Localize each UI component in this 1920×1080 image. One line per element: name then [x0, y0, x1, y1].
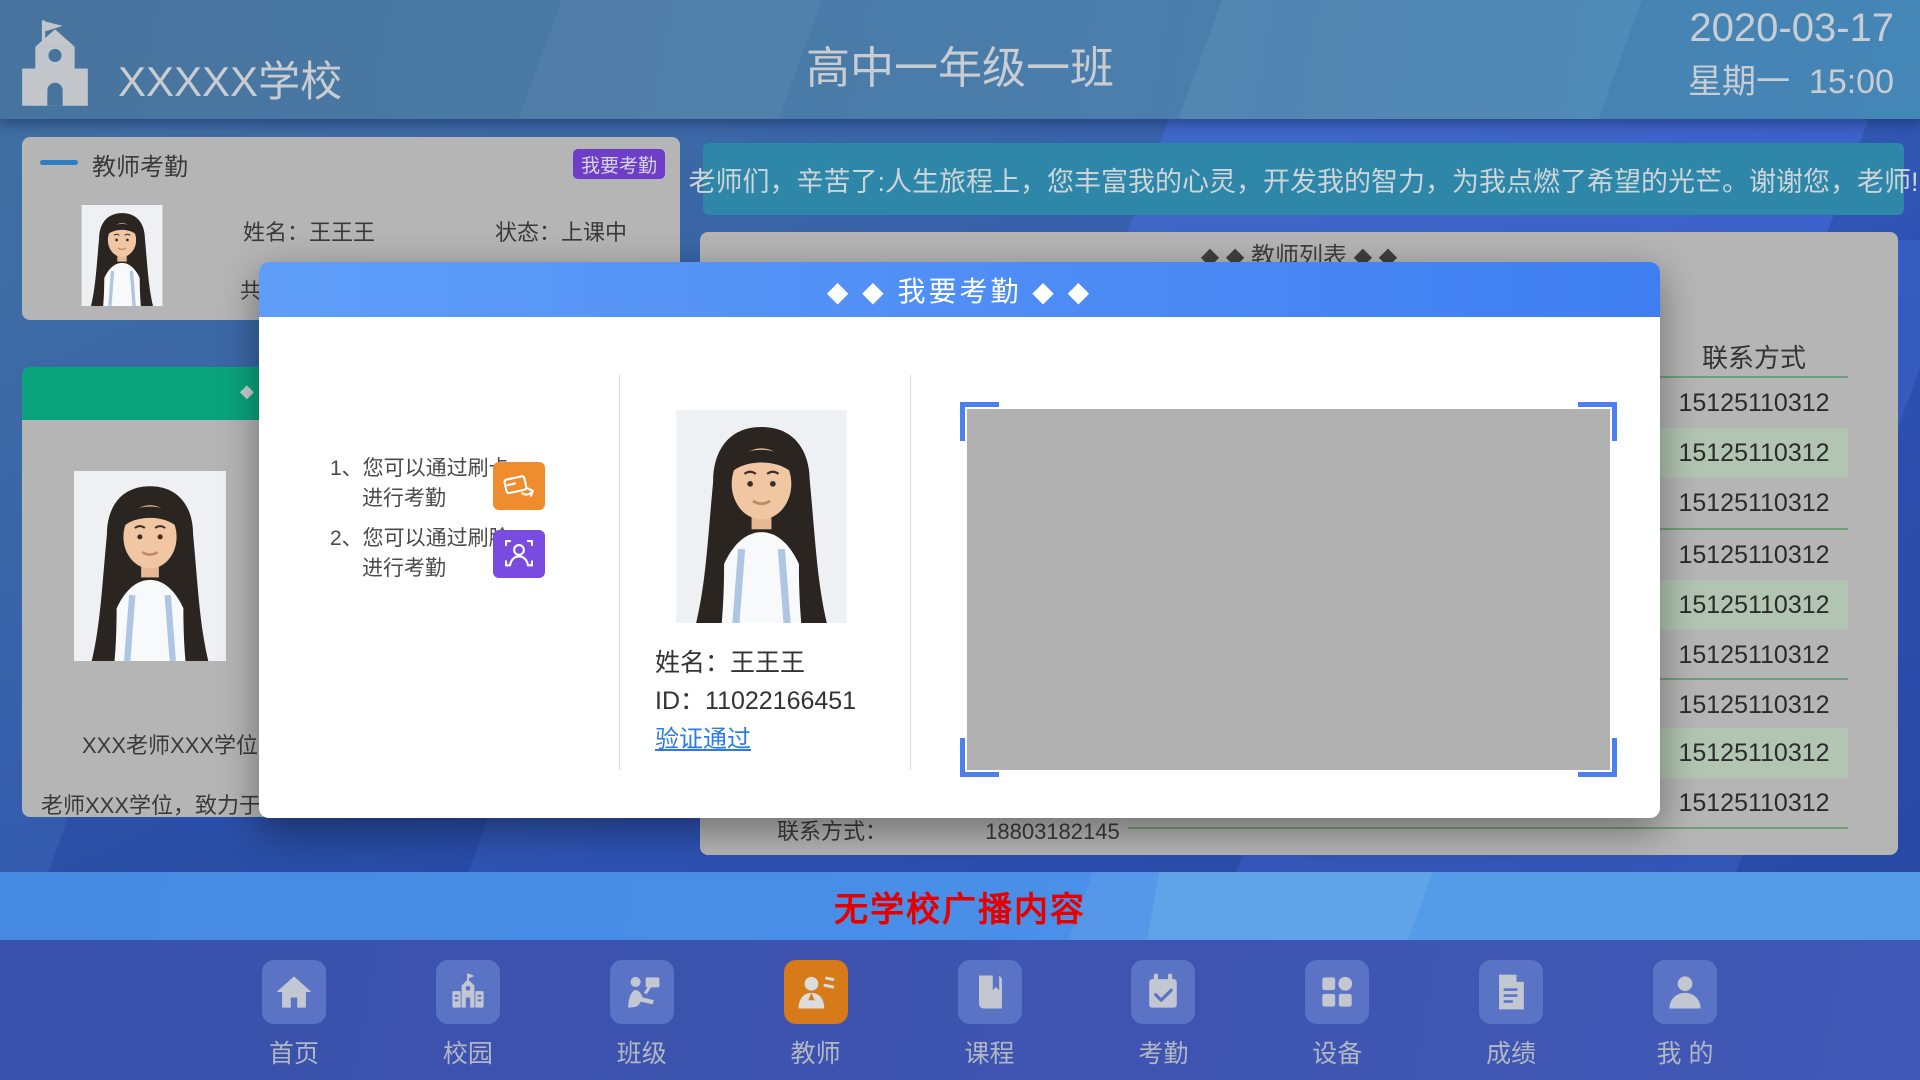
detail-contact-label: 联系方式： — [777, 819, 887, 844]
nav-label: 首页 — [269, 1034, 319, 1070]
nav-item-devices[interactable]: 设备 — [1292, 960, 1382, 1070]
name-value: 王王王 — [309, 220, 375, 245]
nav-item-classroom[interactable]: 班级 — [597, 960, 687, 1070]
devices-grid-icon — [1305, 960, 1369, 1024]
modal-name-value: 王王王 — [730, 649, 805, 677]
nav-item-teacher[interactable]: 教师 — [771, 960, 861, 1070]
modal-teacher-photo — [655, 410, 868, 623]
profile-photo — [73, 471, 227, 661]
status-label: 状态： — [495, 220, 561, 245]
home-icon — [262, 960, 326, 1024]
name-label: 姓名： — [243, 220, 309, 245]
header-date: 2020-03-17 — [1689, 6, 1894, 51]
check-attendance-button[interactable]: 我要考勤 — [573, 149, 665, 179]
nav-label: 我 的 — [1657, 1034, 1714, 1070]
nav-label: 成绩 — [1486, 1034, 1536, 1070]
instruction-1-line2: 进行考勤 — [362, 487, 446, 511]
card-swipe-icon — [493, 462, 545, 510]
greeting-text: 老师们，辛苦了:人生旅程上，您丰富我的心灵，开发我的智力，为我点燃了希望的光芒。… — [689, 160, 1919, 199]
table-bottom-line — [1128, 827, 1848, 829]
nav-label: 校园 — [443, 1034, 493, 1070]
status-value: 上课中 — [561, 220, 627, 245]
modal-divider-left — [619, 375, 620, 770]
header: XXXXX学校 高中一年级一班 2020-03-17 星期一 15:00 — [0, 0, 1920, 119]
camera-corner-bracket — [960, 402, 999, 441]
face-scan-icon — [493, 530, 545, 578]
header-weekday: 星期一 — [1688, 63, 1790, 101]
greeting-banner: 老师们，辛苦了:人生旅程上，您丰富我的心灵，开发我的智力，为我点燃了希望的光芒。… — [703, 143, 1904, 215]
classroom-icon — [610, 960, 674, 1024]
modal-name-label: 姓名： — [655, 649, 730, 677]
contact-row: 15125110312 — [1660, 428, 1848, 478]
instruction-1-line1: 1、您可以通过刷卡 — [330, 457, 510, 481]
modal-titlebar: ◆ ◆ 我要考勤 ◆ ◆ — [259, 262, 1660, 317]
modal-name-row: 姓名：王王王 — [655, 643, 805, 679]
nav-label: 教师 — [791, 1034, 841, 1070]
bottom-nav: 首页 校园 班级 — [0, 940, 1920, 1080]
attendance-calendar-icon — [1131, 960, 1195, 1024]
header-time: 15:00 — [1809, 63, 1894, 101]
class-title: 高中一年级一班 — [0, 32, 1920, 96]
detail-contact-row: 联系方式： 18803182145 — [777, 814, 1120, 846]
nav-item-grades[interactable]: 成绩 — [1466, 960, 1556, 1070]
instruction-2-line2: 进行考勤 — [362, 557, 446, 581]
modal-title: ◆ ◆ 我要考勤 ◆ ◆ — [827, 270, 1092, 310]
teacher-photo — [66, 205, 178, 306]
teacher-status-row: 状态：上课中 — [495, 215, 627, 247]
header-diamond: ◆ — [240, 381, 254, 402]
contact-row: 15125110312 — [1660, 680, 1848, 730]
nav-item-profile[interactable]: 我 的 — [1640, 960, 1730, 1070]
nav-label: 课程 — [964, 1034, 1014, 1070]
campus-icon — [436, 960, 500, 1024]
modal-id-value: 11022166451 — [705, 687, 856, 715]
detail-contact-value: 18803182145 — [985, 819, 1120, 844]
teacher-icon — [784, 960, 848, 1024]
attendance-modal: ◆ ◆ 我要考勤 ◆ ◆ 1、您可以通过刷卡 进行考勤 2、您可以通过刷脸 进行… — [259, 262, 1660, 818]
camera-preview — [967, 409, 1610, 770]
contact-row: 15125110312 — [1660, 728, 1848, 778]
camera-corner-bracket — [1578, 402, 1617, 441]
modal-id-label: ID： — [655, 687, 705, 715]
camera-corner-bracket — [1578, 738, 1617, 777]
nav-label: 设备 — [1312, 1034, 1362, 1070]
modal-divider-right — [910, 375, 911, 770]
contact-row: 15125110312 — [1660, 378, 1848, 428]
contact-column-header: 联系方式 — [1660, 338, 1848, 375]
modal-id-row: ID：11022166451 — [655, 681, 856, 717]
teacher-name-row: 姓名：王王王 — [243, 215, 375, 247]
nav-label: 班级 — [617, 1034, 667, 1070]
camera-corner-bracket — [960, 738, 999, 777]
broadcast-streak — [1064, 872, 1437, 940]
verify-passed-link[interactable]: 验证通过 — [655, 719, 751, 754]
grades-document-icon — [1479, 960, 1543, 1024]
contact-row: 15125110312 — [1660, 478, 1848, 528]
attendance-panel-title: 教师考勤 — [92, 147, 188, 182]
contact-row: 15125110312 — [1660, 580, 1848, 630]
nav-label: 考勤 — [1138, 1034, 1188, 1070]
nav-item-campus[interactable]: 校园 — [423, 960, 513, 1070]
broadcast-text: 无学校广播内容 — [0, 872, 1920, 940]
course-book-icon — [958, 960, 1022, 1024]
contact-row: 15125110312 — [1660, 630, 1848, 680]
contact-row: 15125110312 — [1660, 778, 1848, 828]
nav-item-home[interactable]: 首页 — [249, 960, 339, 1070]
header-weekday-time: 星期一 15:00 — [1688, 54, 1894, 103]
nav-item-attendance[interactable]: 考勤 — [1118, 960, 1208, 1070]
instruction-2-line1: 2、您可以通过刷脸 — [330, 527, 510, 551]
title-dash — [40, 160, 78, 165]
contact-row: 15125110312 — [1660, 530, 1848, 580]
partial-text: 共 — [240, 275, 261, 305]
screen: XXXXX学校 高中一年级一班 2020-03-17 星期一 15:00 老师们… — [0, 0, 1920, 1080]
broadcast-bar: 无学校广播内容 — [0, 872, 1920, 940]
nav-item-course[interactable]: 课程 — [945, 960, 1035, 1070]
profile-person-icon — [1653, 960, 1717, 1024]
